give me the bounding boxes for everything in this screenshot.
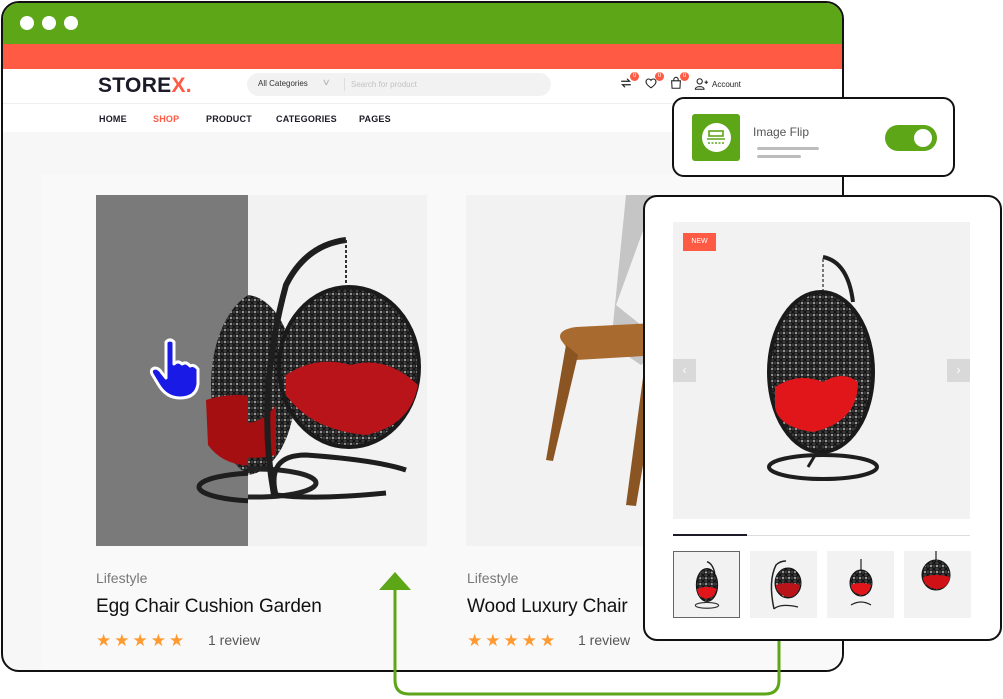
product-title[interactable]: Wood Luxury Chair: [467, 596, 628, 618]
window-maximize-button[interactable]: [64, 16, 78, 30]
wishlist-badge: 0: [655, 72, 664, 81]
star-icon: ★: [540, 631, 556, 650]
main-product-image[interactable]: NEW ‹ ›: [673, 222, 970, 519]
account-link[interactable]: Account: [694, 76, 741, 92]
search-bar: All Categories ∨: [247, 73, 551, 96]
image-flip-setting: Image Flip: [672, 97, 955, 177]
star-icon: ★: [169, 631, 185, 650]
review-count[interactable]: 1 review: [578, 632, 630, 648]
description-placeholder: [757, 155, 801, 158]
star-icon: ★: [132, 631, 148, 650]
product-category: Lifestyle: [96, 570, 148, 586]
window-close-button[interactable]: [20, 16, 34, 30]
add-user-icon: [694, 78, 708, 90]
title-bar: [3, 3, 842, 44]
star-icon: ★: [96, 631, 112, 650]
nav-home[interactable]: HOME: [99, 114, 127, 124]
star-rating: ★ ★ ★ ★ ★: [467, 632, 555, 649]
compare-badge: 0: [630, 72, 639, 81]
image-flip-icon: [692, 114, 740, 161]
window-minimize-button[interactable]: [42, 16, 56, 30]
category-select[interactable]: All Categories: [258, 79, 308, 88]
nav-categories[interactable]: CATEGORIES: [276, 114, 337, 124]
wishlist-button[interactable]: 0: [644, 72, 664, 92]
logo-text: STORE: [98, 74, 172, 97]
star-icon: ★: [485, 631, 501, 650]
image-flip-toggle[interactable]: [885, 125, 937, 151]
image-flip-title: Image Flip: [753, 125, 810, 139]
description-placeholder: [757, 147, 819, 150]
thumbnail[interactable]: [827, 551, 894, 618]
thumbnail-strip: [673, 551, 971, 618]
star-rating: ★ ★ ★ ★ ★: [96, 632, 184, 649]
cart-badge: 0: [680, 72, 689, 81]
star-icon: ★: [503, 631, 519, 650]
prev-image-button[interactable]: ‹: [673, 359, 696, 382]
thumbnail[interactable]: [673, 551, 740, 618]
nav-product[interactable]: PRODUCT: [206, 114, 252, 124]
star-icon: ★: [521, 631, 537, 650]
account-label: Account: [712, 79, 741, 89]
product-image-egg-chair[interactable]: [96, 195, 427, 546]
search-input[interactable]: [351, 76, 541, 93]
logo-accent: X.: [171, 74, 192, 97]
hand-pointer-icon: [149, 338, 200, 400]
next-image-button[interactable]: ›: [947, 359, 970, 382]
nav-shop[interactable]: SHOP: [153, 114, 179, 124]
compare-button[interactable]: 0: [619, 72, 639, 92]
gallery-progress-fill: [673, 534, 748, 536]
egg-chair-image: [767, 255, 879, 481]
thumbnail[interactable]: [904, 551, 971, 618]
search-divider: [344, 78, 345, 91]
toggle-knob: [914, 129, 932, 147]
new-badge: NEW: [683, 233, 716, 251]
review-count[interactable]: 1 review: [208, 632, 260, 648]
promo-bar: [3, 44, 842, 69]
product-title[interactable]: Egg Chair Cushion Garden: [96, 596, 322, 618]
star-icon: ★: [150, 631, 166, 650]
cart-button[interactable]: 0: [669, 72, 689, 92]
thumbnail[interactable]: [750, 551, 817, 618]
star-icon: ★: [467, 631, 483, 650]
product-detail-gallery: NEW ‹ ›: [643, 195, 1002, 641]
site-logo[interactable]: STOREX.: [98, 74, 192, 98]
gallery-progress: [673, 534, 970, 536]
star-icon: ★: [114, 631, 130, 650]
product-category: Lifestyle: [467, 570, 519, 586]
nav-pages[interactable]: PAGES: [359, 114, 391, 124]
chevron-down-icon[interactable]: ∨: [322, 77, 331, 88]
